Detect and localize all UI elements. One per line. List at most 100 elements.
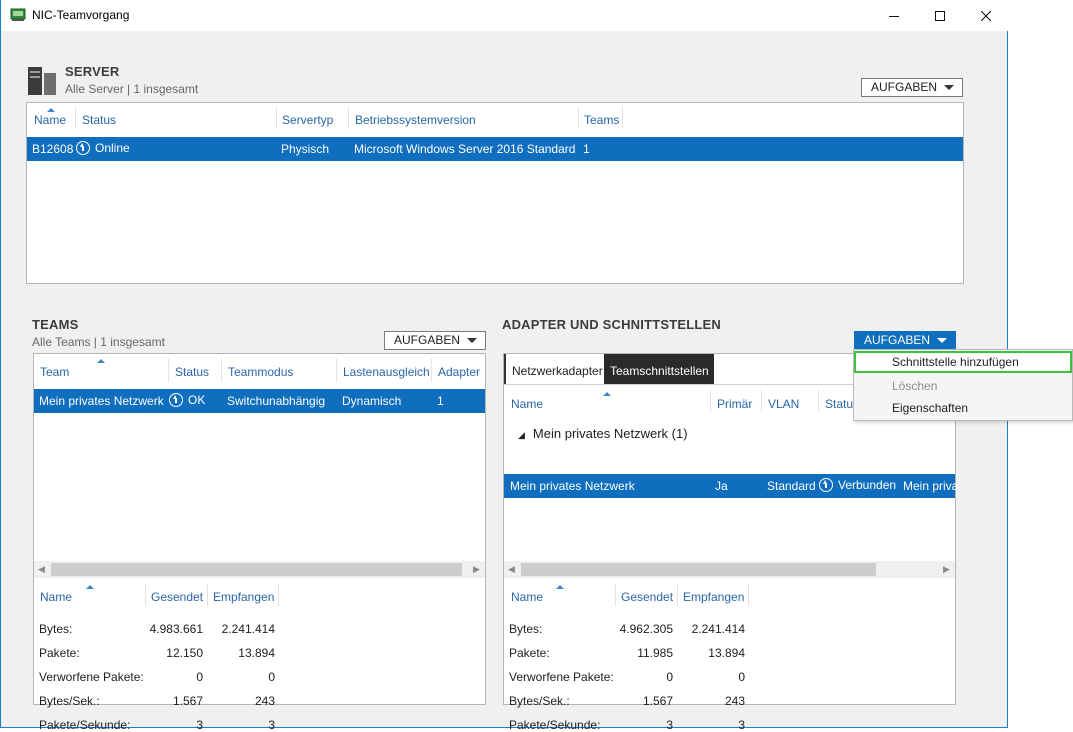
stat-received: 243: [254, 694, 275, 708]
stat-label: Bytes:: [39, 622, 73, 636]
collapse-triangle-icon[interactable]: ◢: [518, 430, 525, 440]
group-header[interactable]: ◢ Mein privates Netzwerk (1): [518, 426, 688, 441]
column-separator[interactable]: [348, 107, 349, 129]
teams-tasks-button[interactable]: AUFGABEN: [384, 331, 486, 350]
col-name[interactable]: Name: [34, 113, 66, 127]
column-separator[interactable]: [622, 107, 623, 129]
tab-network-adapters[interactable]: Netzwerkadapter: [504, 354, 604, 384]
stat-sent: 4.962.305: [619, 622, 673, 636]
ok-up-arrow-icon: [169, 393, 183, 407]
col-adapter[interactable]: Adapter: [438, 365, 480, 379]
maximize-button[interactable]: [917, 0, 963, 31]
chevron-down-icon: [937, 338, 947, 343]
stat-label: Pakete:: [509, 646, 550, 660]
stat-row: Pakete/Sekunde: 3 3: [39, 718, 279, 732]
menu-item-properties[interactable]: Eigenschaften: [854, 397, 1072, 419]
col-status[interactable]: Status: [175, 365, 209, 379]
interface-extra: Mein priva: [903, 479, 959, 493]
col-teams[interactable]: Teams: [584, 113, 619, 127]
table-row[interactable]: Mein privates Netzwerk OK Switchunabhäng…: [34, 389, 485, 413]
title-bar[interactable]: NIC-Teamvorgang: [1, 0, 1008, 31]
scroll-right-icon[interactable]: ▶: [473, 564, 480, 575]
column-separator[interactable]: [75, 107, 76, 129]
tab-team-interfaces[interactable]: Teamschnittstellen: [604, 354, 714, 384]
stat-label: Verworfene Pakete:: [509, 670, 614, 684]
column-separator[interactable]: [221, 358, 222, 382]
server-status: Online: [76, 141, 130, 155]
table-row[interactable]: Mein privates Netzwerk Ja Standard Verbu…: [504, 474, 959, 498]
minimize-icon: [889, 15, 899, 17]
column-separator[interactable]: [431, 358, 432, 382]
menu-item-add-interface[interactable]: Schnittstelle hinzufügen: [854, 351, 1072, 373]
stat-received: 0: [738, 670, 745, 684]
stat-received: 243: [724, 694, 745, 708]
sort-ascending-icon: [97, 359, 105, 363]
stats-col-received[interactable]: Empfangen: [213, 590, 274, 604]
stats-col-name[interactable]: Name: [511, 590, 543, 604]
menu-item-delete[interactable]: Löschen: [854, 375, 1072, 397]
online-up-arrow-icon: [76, 141, 90, 155]
scrollbar-thumb[interactable]: [521, 563, 876, 576]
stat-sent: 3: [196, 718, 203, 732]
server-type: Physisch: [281, 142, 330, 156]
close-button[interactable]: [963, 0, 1009, 31]
column-separator[interactable]: [761, 390, 762, 412]
column-separator[interactable]: [710, 390, 711, 412]
column-separator[interactable]: [276, 107, 277, 129]
nic-team-app-icon: [10, 8, 26, 21]
group-label: Mein privates Netzwerk (1): [532, 426, 688, 441]
scrollbar-thumb[interactable]: [51, 563, 462, 576]
stat-received: 3: [738, 718, 745, 732]
column-separator[interactable]: [278, 584, 279, 606]
col-name[interactable]: Name: [511, 397, 543, 411]
stat-row: Pakete: 12.150 13.894: [39, 646, 279, 660]
column-separator[interactable]: [615, 584, 616, 606]
stat-row: Bytes/Sek.: 1.567 243: [39, 694, 279, 708]
scroll-right-icon[interactable]: ▶: [943, 564, 950, 575]
scroll-left-icon[interactable]: ◀: [508, 564, 515, 575]
stat-label: Bytes/Sek.:: [39, 694, 100, 708]
adapters-tasks-button[interactable]: AUFGABEN: [854, 331, 956, 350]
col-vlan[interactable]: VLAN: [768, 397, 799, 411]
interface-name: Mein privates Netzwerk: [510, 479, 635, 493]
column-separator[interactable]: [677, 584, 678, 606]
minimize-button[interactable]: [871, 0, 917, 31]
col-team[interactable]: Team: [40, 365, 69, 379]
col-status[interactable]: Status: [82, 113, 116, 127]
stat-sent: 3: [666, 718, 673, 732]
scroll-left-icon[interactable]: ◀: [38, 564, 45, 575]
stats-col-name[interactable]: Name: [40, 590, 72, 604]
column-separator[interactable]: [748, 584, 749, 606]
adapters-horizontal-scrollbar[interactable]: ◀ ▶: [504, 561, 955, 578]
interface-status: Verbunden: [819, 478, 896, 492]
window-title: NIC-Teamvorgang: [32, 8, 130, 22]
col-primary[interactable]: Primär: [717, 397, 752, 411]
column-separator[interactable]: [336, 358, 337, 382]
col-teammode[interactable]: Teammodus: [228, 365, 293, 379]
column-separator[interactable]: [578, 107, 579, 129]
stat-label: Pakete:: [39, 646, 80, 660]
col-loadbalancing[interactable]: Lastenausgleich: [343, 365, 430, 379]
col-osversion[interactable]: Betriebssystemversion: [355, 113, 476, 127]
teams-horizontal-scrollbar[interactable]: ◀ ▶: [34, 561, 485, 578]
stat-sent: 1.567: [642, 694, 673, 708]
stat-received: 13.894: [708, 646, 745, 660]
team-status: OK: [169, 393, 205, 407]
server-tasks-button[interactable]: AUFGABEN: [861, 78, 963, 97]
stats-col-sent[interactable]: Gesendet: [621, 590, 673, 604]
sort-ascending-icon: [603, 392, 611, 396]
column-separator[interactable]: [145, 584, 146, 606]
stat-received: 2.241.414: [221, 622, 275, 636]
server-status-text: Online: [95, 141, 130, 155]
column-separator[interactable]: [168, 358, 169, 382]
interface-status-text: Verbunden: [838, 478, 897, 492]
table-row[interactable]: B12608 Online Physisch Microsoft Windows…: [27, 137, 963, 161]
stat-label: Pakete/Sekunde:: [39, 718, 131, 732]
chevron-down-icon: [467, 338, 477, 343]
stats-col-sent[interactable]: Gesendet: [151, 590, 203, 604]
stats-col-received[interactable]: Empfangen: [683, 590, 744, 604]
col-servertype[interactable]: Servertyp: [282, 113, 333, 127]
column-separator[interactable]: [818, 390, 819, 412]
stat-received: 3: [268, 718, 275, 732]
column-separator[interactable]: [207, 584, 208, 606]
